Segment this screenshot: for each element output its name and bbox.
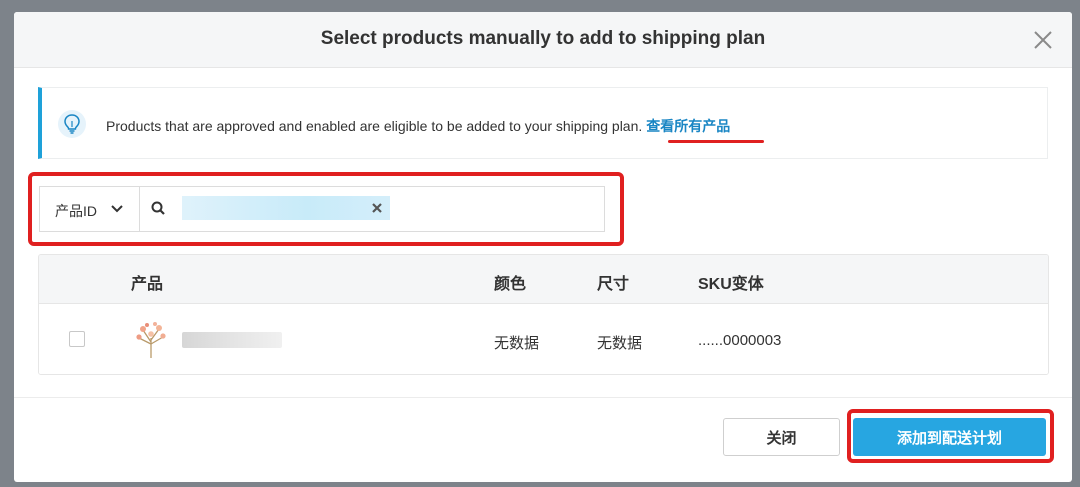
modal-title: Select products manually to add to shipp… [320,28,766,49]
info-text: Products that are approved and enabled a… [106,116,730,136]
product-name-redacted [182,332,282,348]
clear-icon[interactable] [370,201,384,215]
products-table: 产品 颜色 尺寸 SKU变体 无数据 无数据 ......0000003 [38,254,1049,375]
shipping-plan-modal: Select products manually to add to shipp… [14,12,1072,482]
row-color: 无数据 [494,335,540,352]
search-bar: 产品ID [39,186,605,232]
row-checkbox[interactable] [69,331,85,347]
search-input[interactable] [182,196,390,220]
col-size: 尺寸 [597,276,630,293]
col-product: 产品 [131,276,164,293]
table-header: 产品 颜色 尺寸 SKU变体 [39,255,1048,304]
close-icon[interactable] [1028,25,1058,55]
table-row[interactable]: 无数据 无数据 ......0000003 [39,304,1048,374]
annotation-underline [668,140,764,143]
product-thumbnail [136,322,166,358]
search-icon [151,201,165,215]
row-sku: ......0000003 [698,332,782,349]
lightbulb-icon [58,110,86,138]
view-all-products-link[interactable]: 查看所有产品 [646,118,730,134]
col-color: 颜色 [494,276,527,293]
eligibility-info-box: Products that are approved and enabled a… [38,87,1048,159]
row-size: 无数据 [597,335,643,352]
footer-divider [14,397,1072,398]
chevron-down-icon [111,205,123,213]
info-message: Products that are approved and enabled a… [106,118,643,134]
modal-header: Select products manually to add to shipp… [14,12,1072,68]
close-button[interactable]: 关闭 [723,418,840,456]
add-to-shipping-plan-button[interactable]: 添加到配送计划 [853,418,1046,456]
filter-type-label: 产品ID [55,203,97,219]
col-sku: SKU变体 [698,276,764,293]
filter-type-dropdown[interactable]: 产品ID [40,187,140,231]
